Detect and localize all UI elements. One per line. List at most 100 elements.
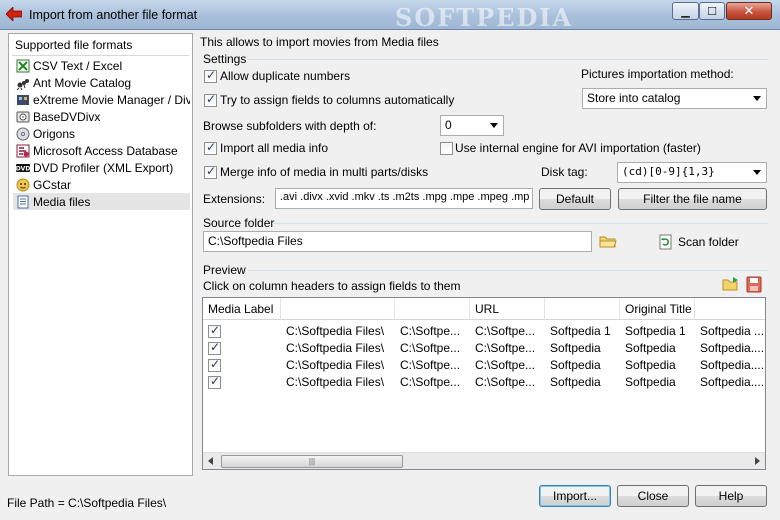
format-label: Microsoft Access Database <box>33 143 178 158</box>
format-label: eXtreme Movie Manager / Div... <box>33 92 190 107</box>
maximize-button[interactable]: ☐ <box>699 2 725 20</box>
row-checkbox[interactable] <box>208 357 221 372</box>
formats-panel: Supported file formats CSV Text / Excel … <box>8 33 193 476</box>
help-button[interactable]: Help <box>695 485 767 507</box>
window-title: Import from another file format <box>29 8 198 22</box>
column-header[interactable]: Original Title <box>620 298 695 320</box>
folder-icon <box>599 236 617 248</box>
footer-bar: File Path = C:\Softpedia Files\ <box>0 448 780 510</box>
format-item-csv[interactable]: CSV Text / Excel <box>13 57 190 74</box>
column-header[interactable]: URL <box>470 298 545 320</box>
format-label: CSV Text / Excel <box>33 58 123 73</box>
import-button[interactable]: Import... <box>539 485 611 507</box>
scan-folder-button[interactable]: Scan folder <box>658 232 768 252</box>
subfolders-depth-select[interactable]: 0 <box>440 115 504 136</box>
import-all-info-label: Import all media info <box>220 141 329 155</box>
save-preview-button[interactable] <box>745 276 763 293</box>
format-label: Media files <box>33 194 91 209</box>
pictures-method-label: Pictures importation method: <box>581 67 734 81</box>
table-cell: C:\Softpe... <box>475 341 536 355</box>
pictures-method-select[interactable]: Store into catalog <box>582 88 767 109</box>
pictures-method-value: Store into catalog <box>587 91 681 105</box>
table-cell: Softpedia <box>550 341 601 355</box>
format-item-origons[interactable]: Origons <box>13 125 190 142</box>
default-button[interactable]: Default <box>539 188 611 210</box>
divider <box>12 55 189 56</box>
column-header[interactable] <box>695 298 765 320</box>
format-item-access[interactable]: Microsoft Access Database <box>13 142 190 159</box>
back-arrow-icon <box>6 7 22 21</box>
help-button-label: Help <box>718 489 744 503</box>
table-row[interactable]: C:\Softpedia Files\ C:\Softpe... C:\Soft… <box>203 340 765 357</box>
chevron-down-icon <box>490 123 498 128</box>
table-cell: Softpedia <box>625 375 676 389</box>
row-checkbox[interactable] <box>208 374 221 389</box>
table-cell: C:\Softpe... <box>400 375 461 389</box>
watermark: SOFTPEDIA <box>395 3 574 32</box>
table-row[interactable]: C:\Softpedia Files\ C:\Softpe... C:\Soft… <box>203 323 765 340</box>
table-cell: C:\Softpedia Files\ <box>286 375 385 389</box>
merge-info-checkbox[interactable] <box>204 164 217 179</box>
extensions-input[interactable]: .avi .divx .xvid .mkv .ts .m2ts .mpg .mp… <box>275 188 533 209</box>
source-folder-input[interactable]: C:\Softpedia Files <box>203 231 592 252</box>
table-cell: Softpedia <box>550 358 601 372</box>
table-cell: C:\Softpedia Files\ <box>286 341 385 355</box>
format-item-media-files[interactable]: Media files <box>13 193 190 210</box>
filter-button-label: Filter the file name <box>643 192 742 206</box>
row-checkbox[interactable] <box>208 340 221 355</box>
format-label: Origons <box>33 126 76 141</box>
disk-tag-value: (cd)[0-9]{1,3} <box>622 165 715 178</box>
table-cell: Softpedia <box>625 341 676 355</box>
default-button-label: Default <box>555 192 595 206</box>
subfolders-label: Browse subfolders with depth of: <box>203 119 377 133</box>
minimize-button[interactable]: ▁ <box>672 2 699 20</box>
column-header[interactable]: Media Label <box>203 298 281 320</box>
svg-text:DVD: DVD <box>16 165 30 172</box>
settings-divider <box>248 59 768 60</box>
row-checkbox[interactable] <box>208 323 221 338</box>
table-cell: C:\Softpedia Files\ <box>286 358 385 372</box>
title-bar[interactable]: Import from another file format SOFTPEDI… <box>0 0 780 32</box>
description-text: This allows to import movies from Media … <box>200 35 439 49</box>
format-item-basedvdivx[interactable]: BaseDVDivx <box>13 108 190 125</box>
browse-folder-button[interactable] <box>599 233 617 249</box>
import-button-label: Import... <box>552 489 597 503</box>
table-cell: Softpedia ... <box>700 324 765 338</box>
preview-label: Preview <box>203 263 246 277</box>
filter-file-name-button[interactable]: Filter the file name <box>618 188 767 210</box>
minimize-icon: ▁ <box>681 5 690 18</box>
disc-icon <box>15 127 30 141</box>
close-window-button[interactable]: ✕ <box>726 2 772 20</box>
table-row[interactable]: C:\Softpedia Files\ C:\Softpe... C:\Soft… <box>203 374 765 391</box>
table-cell: C:\Softpe... <box>400 324 461 338</box>
merge-info-label: Merge info of media in multi parts/disks <box>220 165 429 179</box>
preview-table[interactable]: Media Label URL Original Title C:\Softpe… <box>202 297 766 470</box>
extensions-value: .avi .divx .xvid .mkv .ts .m2ts .mpg .mp… <box>280 191 530 203</box>
column-header[interactable] <box>281 298 395 320</box>
allow-duplicates-checkbox[interactable] <box>204 68 217 83</box>
table-cell: Softpedia.... <box>700 358 765 372</box>
assign-fields-checkbox[interactable] <box>204 92 217 107</box>
formats-list: CSV Text / Excel Ant Movie Catalog eXtre… <box>13 57 190 210</box>
open-preview-button[interactable] <box>722 276 740 293</box>
film-icon <box>15 93 30 107</box>
import-all-info-checkbox[interactable] <box>204 140 217 155</box>
format-item-ant[interactable]: Ant Movie Catalog <box>13 74 190 91</box>
preview-divider <box>248 270 768 271</box>
disk-tag-select[interactable]: (cd)[0-9]{1,3} <box>617 162 767 183</box>
close-button[interactable]: Close <box>617 485 689 507</box>
table-cell: C:\Softpe... <box>400 358 461 372</box>
column-header[interactable] <box>545 298 620 320</box>
internal-engine-checkbox[interactable] <box>440 142 453 155</box>
column-header[interactable] <box>395 298 470 320</box>
open-folder-icon <box>722 277 738 291</box>
allow-duplicates-label: Allow duplicate numbers <box>220 69 351 83</box>
preview-hint: Click on column headers to assign fields… <box>203 279 461 293</box>
format-item-dvdprofiler[interactable]: DVD DVD Profiler (XML Export) <box>13 159 190 176</box>
format-item-extreme[interactable]: eXtreme Movie Manager / Div... <box>13 91 190 108</box>
ant-icon <box>15 76 30 90</box>
table-row[interactable]: C:\Softpedia Files\ C:\Softpe... C:\Soft… <box>203 357 765 374</box>
format-label: GCstar <box>33 177 72 192</box>
internal-engine-label: Use internal engine for AVI importation … <box>455 141 701 155</box>
format-item-gcstar[interactable]: GCstar <box>13 176 190 193</box>
